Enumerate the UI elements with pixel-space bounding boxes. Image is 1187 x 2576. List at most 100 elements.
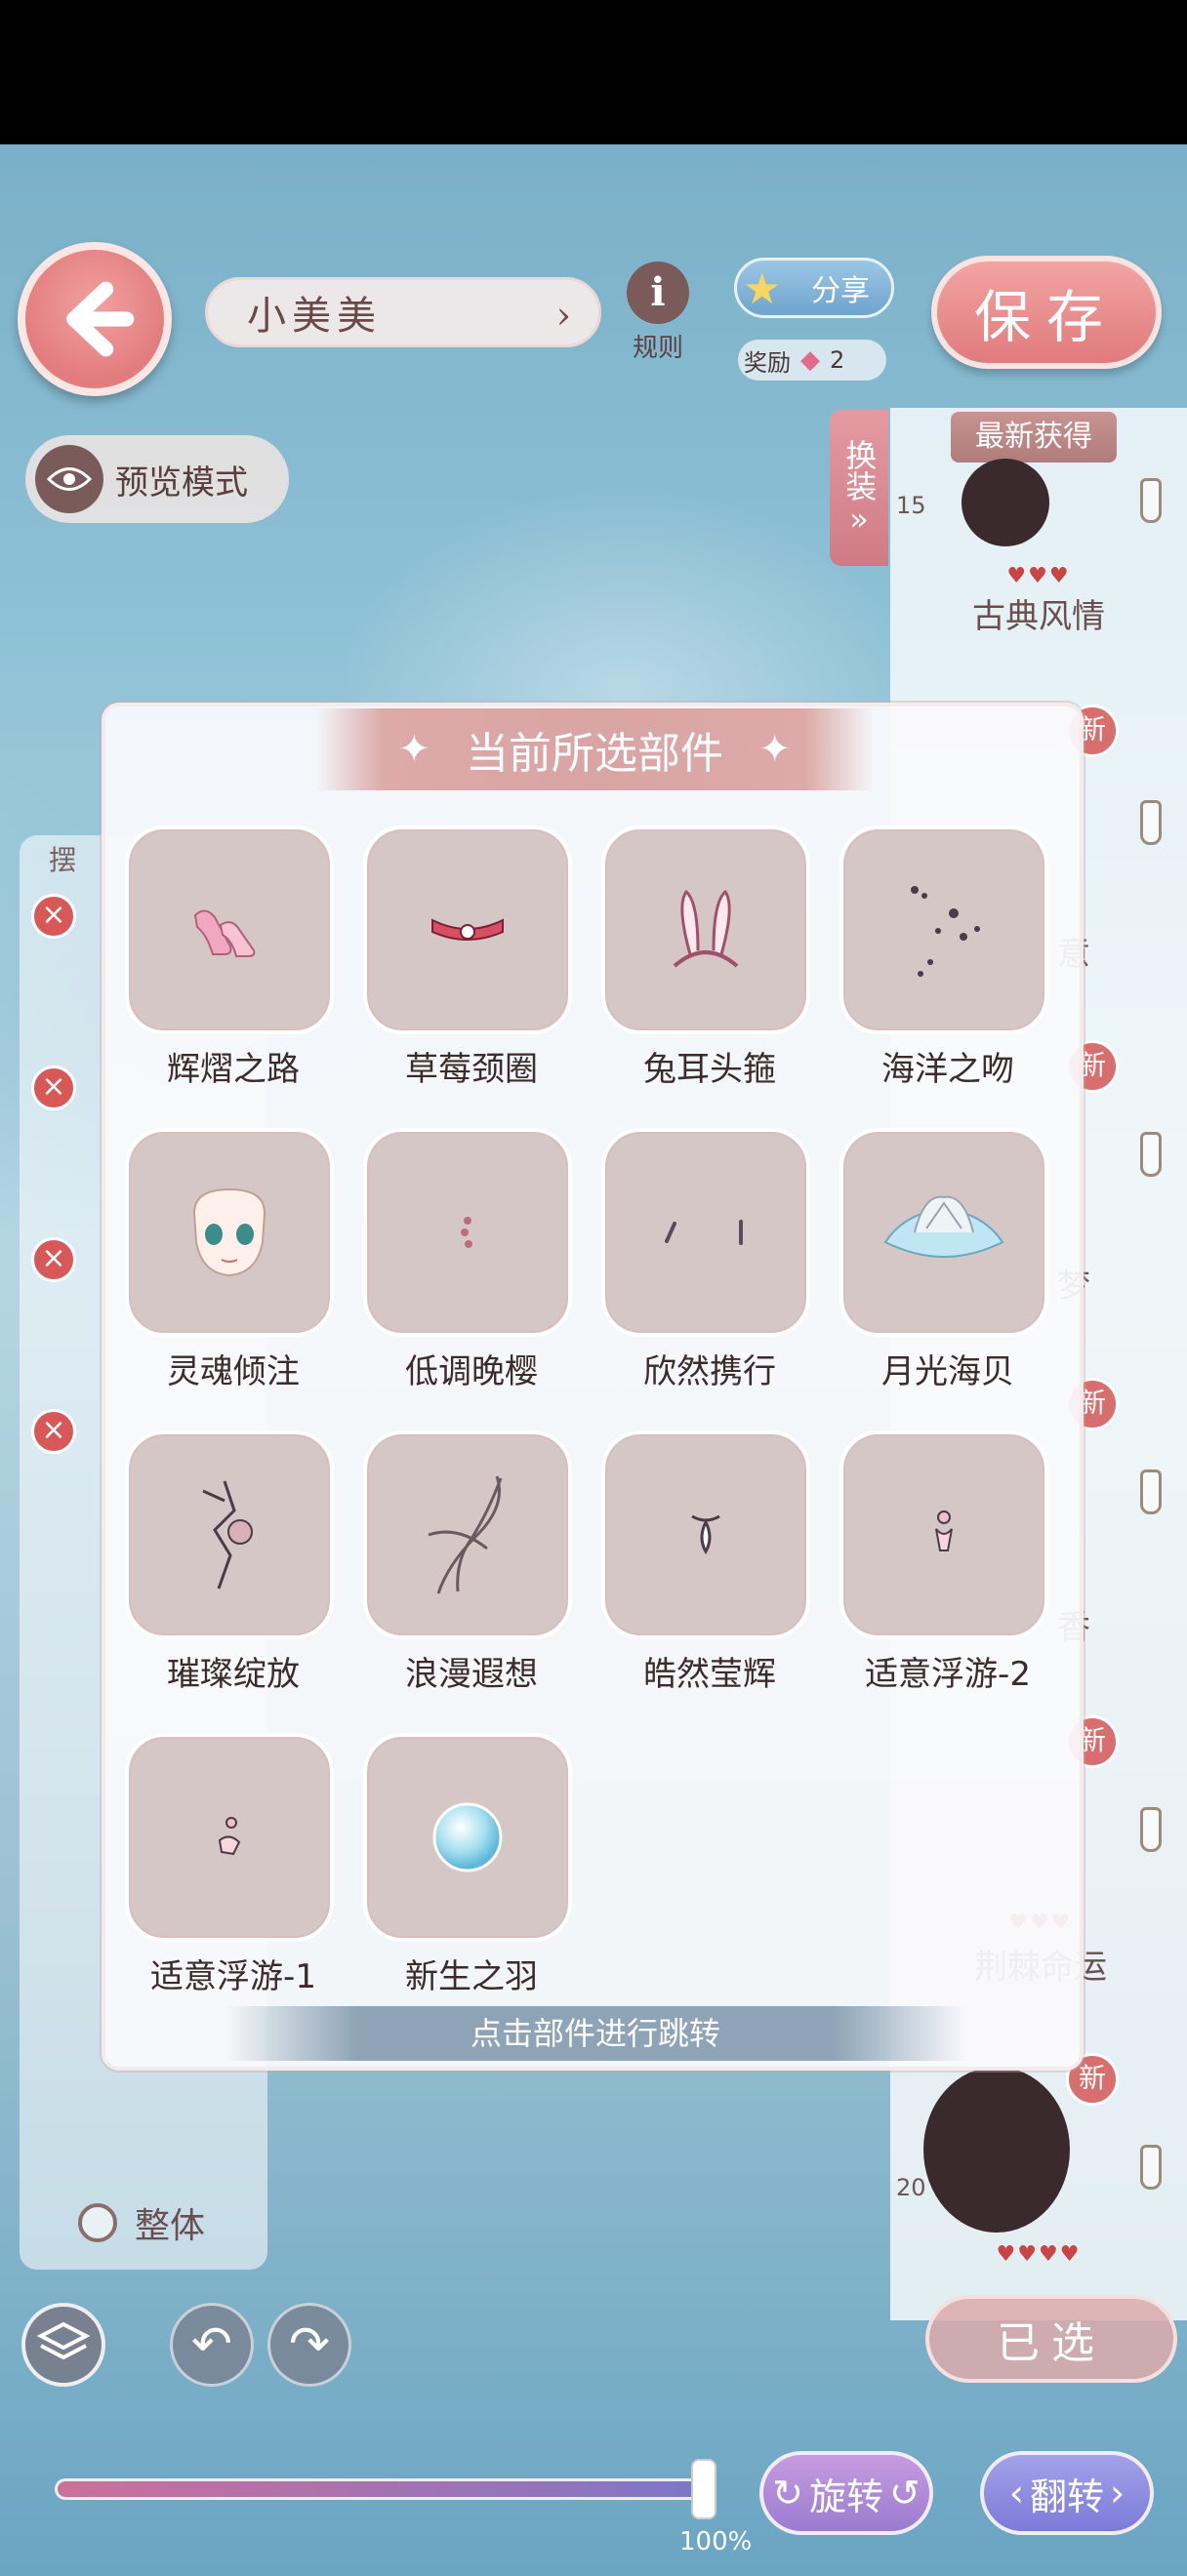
rotate-right-icon: ↺	[889, 2472, 921, 2515]
selected-button[interactable]: 已选	[925, 2295, 1177, 2383]
undo-button[interactable]: ↶	[170, 2303, 254, 2387]
part-tile[interactable]	[601, 1128, 810, 1337]
star-icon: ★	[743, 264, 782, 314]
save-button[interactable]: 保存	[931, 256, 1162, 369]
reward-label: 奖励	[744, 348, 791, 377]
sparkle-icon: ✦	[758, 727, 792, 772]
flip-button[interactable]: ‹ 翻转 ›	[980, 2451, 1154, 2535]
share-button[interactable]: ★ 分享	[734, 258, 894, 318]
rotate-left-icon: ↻	[772, 2472, 803, 2515]
info-icon: i	[627, 262, 689, 324]
part-name: 月光海贝	[881, 1352, 1014, 1391]
bottle-icon	[1140, 1469, 1162, 1514]
remove-icon[interactable]: ×	[31, 894, 76, 939]
choker-icon	[431, 918, 504, 941]
zoom-value: 100%	[679, 2527, 753, 2556]
back-button[interactable]	[18, 242, 172, 396]
zoom-slider[interactable]	[55, 2478, 707, 2500]
part-name: 低调晚樱	[405, 1352, 538, 1391]
charm-icon	[935, 1510, 953, 1551]
layers-button[interactable]	[21, 2303, 105, 2387]
part-tile[interactable]	[839, 1430, 1048, 1639]
latest-acquired-tag: 最新获得	[951, 412, 1117, 463]
dialog-title-text: 当前所选部件	[466, 729, 723, 779]
flower-ribbon-icon	[202, 1480, 253, 1590]
part-name: 海洋之吻	[881, 1050, 1014, 1089]
bottle-icon	[1140, 1807, 1162, 1852]
part-tile[interactable]	[601, 825, 810, 1034]
chevron-right-icon: ›	[1110, 2472, 1126, 2515]
bubble-icon	[432, 1802, 503, 1872]
part-tile[interactable]	[839, 1128, 1048, 1337]
part-name: 新生之羽	[405, 1957, 538, 1996]
part-tile[interactable]	[125, 1128, 334, 1337]
bunny-ears-icon	[673, 889, 739, 968]
preview-label: 预览模式	[115, 463, 248, 503]
part-tile[interactable]	[601, 1430, 810, 1639]
item-number: 20	[896, 2174, 926, 2201]
redo-icon: ↷	[289, 2315, 330, 2372]
zoom-slider-thumb[interactable]	[691, 2459, 716, 2519]
shoes-icon	[193, 909, 256, 957]
part-name: 辉熠之路	[167, 1050, 300, 1089]
part-tile[interactable]	[125, 825, 334, 1034]
part-name: 适意浮游-2	[865, 1655, 1031, 1694]
radio-icon	[78, 2203, 117, 2242]
redo-button[interactable]: ↷	[267, 2303, 351, 2387]
part-name: 适意浮游-1	[150, 1957, 316, 1996]
remove-icon[interactable]: ×	[31, 1237, 76, 1282]
part-tile[interactable]	[839, 825, 1048, 1034]
earring-icon	[461, 1217, 472, 1248]
bottle-icon	[1140, 478, 1162, 523]
item-thumbnail[interactable]	[923, 2067, 1070, 2233]
sparkle-icon: ✦	[397, 727, 430, 772]
part-tile[interactable]	[363, 1430, 572, 1639]
item-thumbnail[interactable]	[962, 459, 1049, 546]
change-outfit-tab[interactable]: 换装 »	[830, 410, 888, 566]
selected-label: 已选	[997, 2318, 1106, 2368]
gem-icon: ◆	[800, 345, 820, 375]
bottle-icon	[1140, 800, 1162, 845]
double-chevron-icon: »	[849, 500, 869, 538]
back-arrow-icon	[66, 281, 135, 357]
part-tile[interactable]	[125, 1733, 334, 1942]
chevron-right-icon: ›	[555, 294, 577, 337]
part-name: 兔耳头箍	[643, 1050, 776, 1089]
rotate-button[interactable]: ↻ 旋转 ↺	[759, 2451, 933, 2535]
part-name: 灵魂倾注	[167, 1352, 300, 1391]
item-name: 古典风情	[972, 597, 1105, 636]
remove-icon[interactable]: ×	[31, 1066, 76, 1110]
chevron-left-icon: ‹	[1008, 2472, 1024, 2515]
rules-button[interactable]: i 规则	[621, 262, 695, 364]
reward-indicator: 奖励 ◆ 2	[738, 340, 886, 381]
seashell-icon	[883, 1195, 1004, 1258]
bottle-icon	[1140, 2145, 1162, 2190]
part-name: 璀璨绽放	[167, 1655, 300, 1694]
part-name: 浪漫遐想	[405, 1655, 538, 1694]
preview-mode-button[interactable]: 预览模式	[25, 435, 289, 523]
necklace-icon	[691, 1514, 720, 1555]
part-tile[interactable]	[363, 825, 572, 1034]
profile-name-selector[interactable]: 小美美 ›	[205, 277, 601, 347]
remove-icon[interactable]: ×	[31, 1409, 76, 1454]
profile-name: 小美美	[247, 294, 382, 339]
left-panel-tab[interactable]: 摆	[49, 839, 76, 878]
status-bar	[0, 0, 1187, 144]
rotate-label: 旋转	[808, 2475, 883, 2518]
part-tile[interactable]	[363, 1733, 572, 1942]
rules-label: 规则	[632, 334, 683, 363]
eye-icon	[35, 445, 103, 513]
bottle-icon	[1140, 1132, 1162, 1177]
whole-radio-option[interactable]: 整体	[78, 2197, 205, 2248]
share-label: 分享	[811, 274, 870, 308]
sparkle-decal-icon	[911, 886, 980, 977]
part-tile[interactable]	[125, 1430, 334, 1639]
part-name: 草莓颈圈	[405, 1050, 538, 1089]
rarity-hearts: ♥♥♥	[1006, 564, 1071, 588]
part-tile[interactable]	[363, 1128, 572, 1337]
rarity-hearts: ♥♥♥♥	[996, 2242, 1082, 2267]
dialog-hint: 点击部件进行跳转	[225, 2006, 966, 2061]
part-name: 欣然携行	[643, 1352, 776, 1391]
whole-label: 整体	[135, 2206, 206, 2246]
change-tab-label: 换装	[840, 438, 879, 502]
